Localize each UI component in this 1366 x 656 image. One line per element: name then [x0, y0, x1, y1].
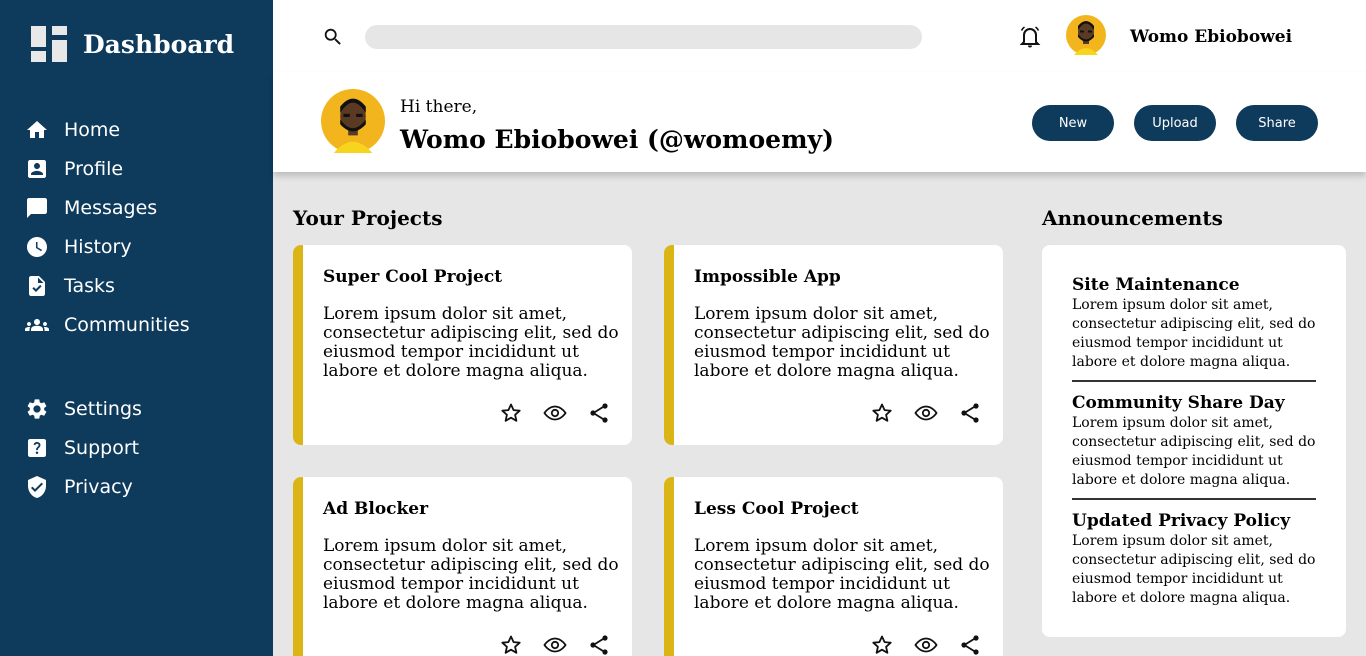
sidebar-item-label: Privacy	[64, 476, 133, 498]
sidebar-item-label: Communities	[64, 314, 190, 336]
share-icon[interactable]	[587, 633, 611, 656]
new-button[interactable]: New	[1032, 105, 1114, 141]
eye-icon[interactable]	[543, 633, 567, 656]
gear-icon	[27, 399, 47, 419]
sidebar-item-label: Tasks	[64, 275, 115, 297]
project-title: Less Cool Project	[694, 499, 859, 519]
sidebar-item-settings[interactable]: Settings	[25, 394, 142, 424]
sidebar: Dashboard Home Profile Messages History …	[0, 0, 273, 656]
project-title: Ad Blocker	[323, 499, 429, 519]
sidebar-item-home[interactable]: Home	[25, 115, 120, 145]
announcement-item[interactable]: Site Maintenance Lorem ipsum dolor sit a…	[1072, 275, 1316, 372]
sidebar-item-label: History	[64, 236, 132, 258]
announcement-body: Lorem ipsum dolor sit amet, consectetur …	[1072, 297, 1316, 370]
star-icon[interactable]	[499, 633, 523, 656]
divider	[1072, 380, 1316, 382]
profile-avatar	[321, 89, 385, 153]
sidebar-item-label: Home	[64, 119, 121, 141]
announcements-heading: Announcements	[1042, 206, 1223, 230]
bell-icon[interactable]	[1018, 24, 1042, 50]
sidebar-item-communities[interactable]: Communities	[25, 310, 190, 340]
announcement-title: Community Share Day	[1072, 393, 1285, 413]
project-card[interactable]: Impossible App Lorem ipsum dolor sit ame…	[664, 245, 1003, 445]
eye-icon[interactable]	[914, 633, 938, 656]
project-title: Super Cool Project	[323, 267, 503, 287]
eye-icon[interactable]	[914, 401, 938, 425]
project-description: Lorem ipsum dolor sit amet, consectetur …	[694, 304, 990, 381]
messages-icon	[27, 198, 47, 218]
greeting-section: Hi there, Womo Ebiobowei (@womoemy) New …	[273, 72, 1366, 172]
share-icon[interactable]	[958, 401, 982, 425]
sidebar-item-privacy[interactable]: Privacy	[25, 472, 133, 502]
user-name[interactable]: Womo Ebiobowei	[1130, 27, 1292, 47]
sidebar-item-messages[interactable]: Messages	[25, 193, 157, 223]
dashboard-logo-icon	[31, 26, 67, 62]
top-bar: Womo Ebiobowei	[273, 0, 1366, 72]
project-description: Lorem ipsum dolor sit amet, consectetur …	[323, 536, 619, 613]
divider	[1072, 498, 1316, 500]
star-icon[interactable]	[499, 401, 523, 425]
tasks-icon	[29, 276, 45, 296]
announcement-title: Site Maintenance	[1072, 275, 1240, 295]
search-input[interactable]	[365, 25, 922, 49]
announcement-body: Lorem ipsum dolor sit amet, consectetur …	[1072, 415, 1316, 488]
brand[interactable]: Dashboard	[31, 26, 234, 62]
avatar[interactable]	[1066, 15, 1106, 55]
search-icon[interactable]	[322, 26, 344, 48]
project-description: Lorem ipsum dolor sit amet, consectetur …	[694, 536, 990, 613]
shield-icon	[28, 476, 46, 498]
help-icon	[28, 439, 46, 457]
star-icon[interactable]	[870, 633, 894, 656]
share-icon[interactable]	[587, 401, 611, 425]
greeting-text: Hi there,	[400, 97, 478, 117]
project-title: Impossible App	[694, 267, 841, 287]
project-card[interactable]: Less Cool Project Lorem ipsum dolor sit …	[664, 477, 1003, 656]
profile-icon	[28, 160, 46, 178]
sidebar-item-label: Messages	[64, 197, 158, 219]
announcement-title: Updated Privacy Policy	[1072, 511, 1291, 531]
eye-icon[interactable]	[543, 401, 567, 425]
sidebar-item-label: Profile	[64, 158, 124, 180]
announcement-item[interactable]: Updated Privacy Policy Lorem ipsum dolor…	[1072, 511, 1316, 608]
project-description: Lorem ipsum dolor sit amet, consectetur …	[323, 304, 619, 381]
upload-button[interactable]: Upload	[1134, 105, 1216, 141]
home-icon	[27, 121, 47, 138]
announcements-panel: Site Maintenance Lorem ipsum dolor sit a…	[1042, 245, 1346, 637]
sidebar-item-label: Settings	[64, 398, 142, 420]
project-card[interactable]: Ad Blocker Lorem ipsum dolor sit amet, c…	[293, 477, 632, 656]
communities-icon	[25, 319, 49, 331]
star-icon[interactable]	[870, 401, 894, 425]
sidebar-item-label: Support	[64, 437, 140, 459]
announcement-body: Lorem ipsum dolor sit amet, consectetur …	[1072, 533, 1316, 606]
projects-heading: Your Projects	[293, 206, 443, 230]
profile-full-name: Womo Ebiobowei (@womoemy)	[400, 125, 834, 154]
sidebar-item-history[interactable]: History	[25, 232, 132, 262]
sidebar-item-tasks[interactable]: Tasks	[25, 271, 115, 301]
announcement-item[interactable]: Community Share Day Lorem ipsum dolor si…	[1072, 393, 1316, 490]
brand-title: Dashboard	[83, 29, 235, 59]
share-icon[interactable]	[958, 633, 982, 656]
share-button[interactable]: Share	[1236, 105, 1318, 141]
sidebar-item-profile[interactable]: Profile	[25, 154, 123, 184]
sidebar-item-support[interactable]: Support	[25, 433, 139, 463]
project-card[interactable]: Super Cool Project Lorem ipsum dolor sit…	[293, 245, 632, 445]
history-icon	[27, 237, 47, 257]
